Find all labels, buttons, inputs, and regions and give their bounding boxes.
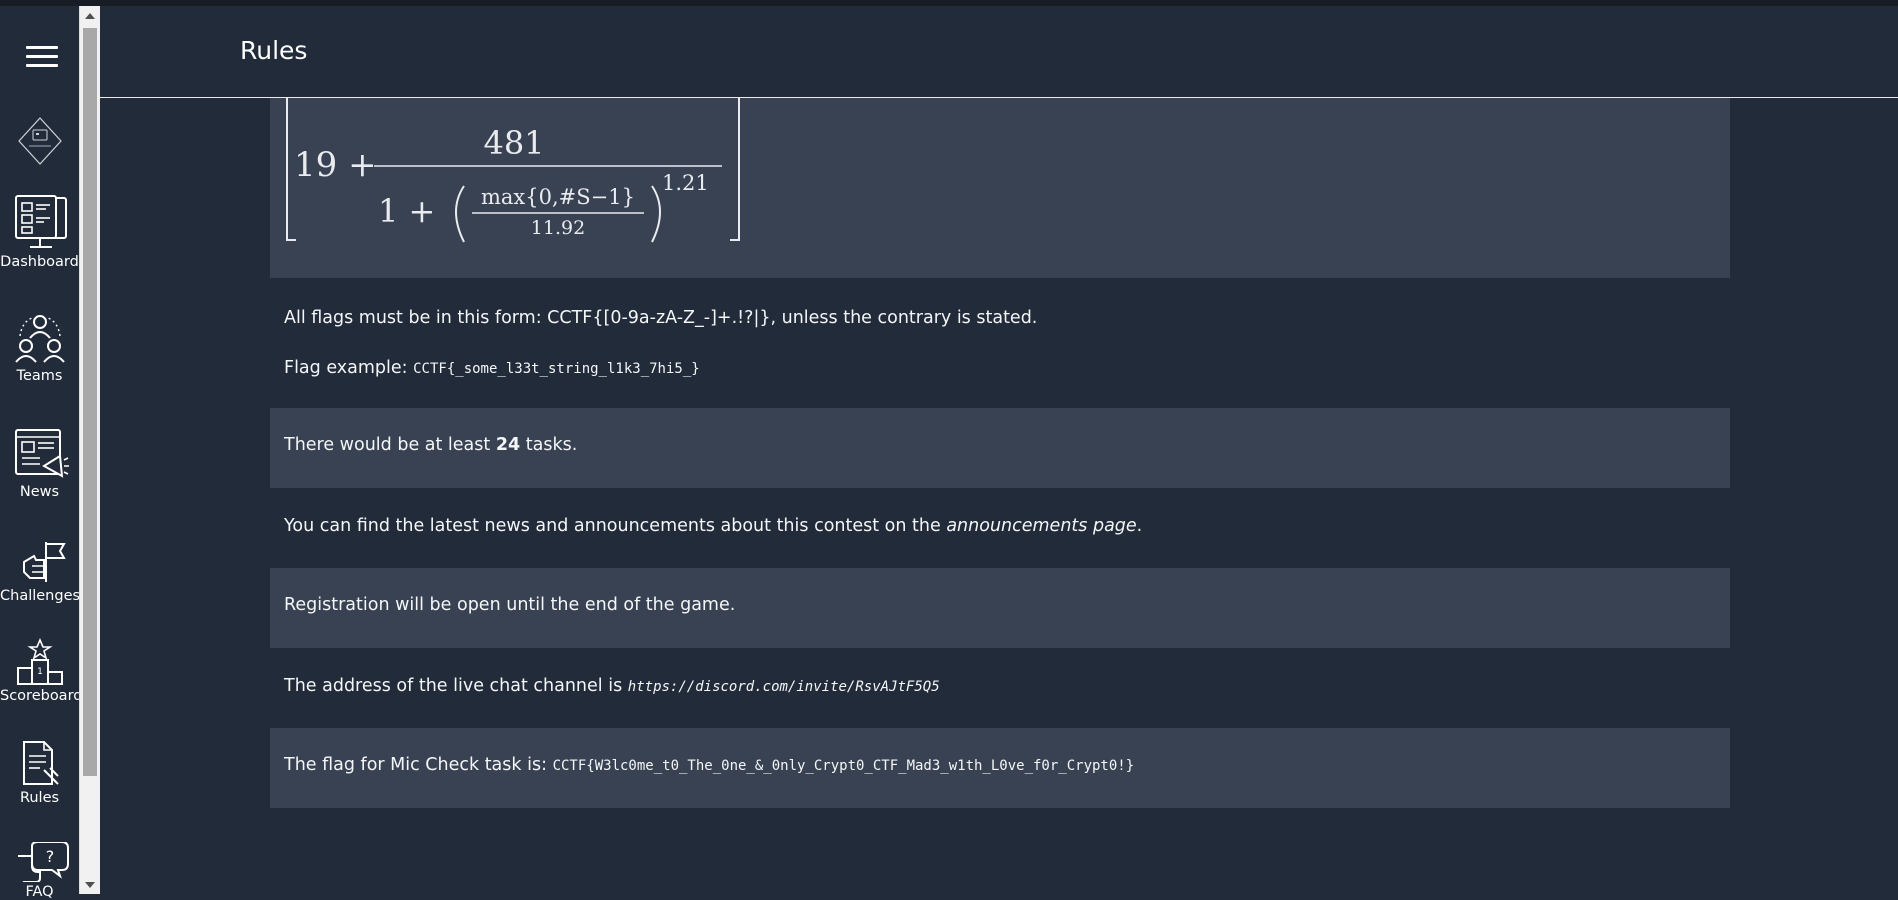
sidebar: Dashboard Teams News Challenges 1 Scoreb… (0, 6, 83, 900)
sidebar-item-scoreboard[interactable]: 1 Scoreboard (0, 638, 83, 704)
sidebar-item-teams[interactable]: Teams (0, 312, 79, 384)
rules-document-icon (22, 741, 59, 785)
live-chat-prefix-text: The address of the live chat channel is (284, 676, 623, 696)
sidebar-item-challenges[interactable]: Challenges (0, 538, 81, 604)
announcements-prefix-text: You can find the latest news and announc… (284, 516, 941, 536)
sidebar-scrollbar[interactable] (79, 6, 100, 894)
site-logo[interactable] (17, 116, 63, 166)
flag-example-rule: Flag example: CCTF{_some_l33t_string_l1k… (284, 358, 700, 378)
tasks-count-value: 24 (495, 435, 521, 455)
mic-check-rule: The flag for Mic Check task is: CCTF{W3l… (284, 755, 1134, 775)
announcements-suffix-text: . (1136, 516, 1143, 536)
sidebar-item-label: Rules (19, 790, 60, 806)
tasks-suffix-text: tasks. (525, 435, 578, 455)
page-title: Rules (240, 36, 308, 65)
svg-text:19 +: 19 + (294, 145, 377, 185)
mic-check-prefix-text: The flag for Mic Check task is: (284, 755, 547, 775)
teams-icon (14, 315, 65, 363)
scoreboard-podium-icon: 1 (16, 638, 63, 685)
tasks-prefix-text: There would be at least (284, 435, 491, 455)
live-chat-rule: The address of the live chat channel is … (284, 676, 940, 696)
news-megaphone-icon (14, 429, 69, 478)
announcements-rule: You can find the latest news and announc… (284, 516, 1142, 536)
sidebar-item-label: News (19, 484, 60, 500)
mic-check-flag-code: CCTF{W3lc0me_t0_The_0ne_&_0nly_Crypt0_CT… (552, 758, 1135, 774)
tasks-count-rule: There would be at least 24 tasks. (284, 435, 577, 455)
svg-text:11.92: 11.92 (531, 217, 585, 239)
sidebar-item-faq[interactable]: ? FAQ (0, 842, 79, 900)
hamburger-menu-icon[interactable] (26, 46, 58, 70)
scrollbar-thumb[interactable] (83, 28, 97, 776)
sidebar-item-label: Teams (16, 368, 63, 384)
svg-text:max{0,#S−1}: max{0,#S−1} (481, 185, 635, 209)
scroll-up-arrow-icon[interactable] (85, 13, 95, 19)
svg-text:481: 481 (483, 124, 544, 162)
scoring-formula-band: 19 + 481 1 + max{0,#S−1} 11.92 1.21 (270, 98, 1730, 278)
dashboard-icon (14, 195, 67, 248)
sidebar-item-label: FAQ (25, 884, 54, 900)
registration-band: Registration will be open until the end … (270, 568, 1730, 648)
flag-example-label: Flag example: (284, 358, 408, 378)
challenges-flag-icon (22, 542, 66, 582)
sidebar-item-label: Challenges (0, 588, 81, 604)
tasks-count-band: There would be at least 24 tasks. (270, 408, 1730, 488)
sidebar-item-label: Scoreboard (0, 688, 83, 704)
scroll-down-arrow-icon[interactable] (85, 882, 95, 888)
flag-example-code: CCTF{_some_l33t_string_l1k3_7hi5_} (413, 361, 700, 377)
svg-text:1.21: 1.21 (662, 171, 709, 195)
faq-chat-bubble-icon: ? (17, 842, 69, 882)
registration-rule: Registration will be open until the end … (284, 595, 736, 615)
announcements-page-link[interactable]: announcements page (946, 516, 1136, 536)
sidebar-item-rules[interactable]: Rules (0, 740, 79, 806)
page-header: Rules (100, 6, 1898, 98)
flag-format-rule: All flags must be in this form: CCTF{[0-… (284, 308, 1038, 328)
sidebar-item-news[interactable]: News (0, 428, 79, 500)
svg-text:1 +: 1 + (378, 192, 435, 230)
scoring-formula: 19 + 481 1 + max{0,#S−1} 11.92 1.21 (286, 98, 740, 243)
svg-text:?: ? (45, 847, 54, 866)
discord-invite-link[interactable]: https://discord.com/invite/RsvAJtF5Q5 (628, 679, 940, 695)
svg-text:1: 1 (37, 667, 43, 677)
mic-check-band: The flag for Mic Check task is: CCTF{W3l… (270, 728, 1730, 808)
sidebar-item-dashboard[interactable]: Dashboard (0, 194, 79, 270)
sidebar-item-label: Dashboard (0, 254, 79, 270)
